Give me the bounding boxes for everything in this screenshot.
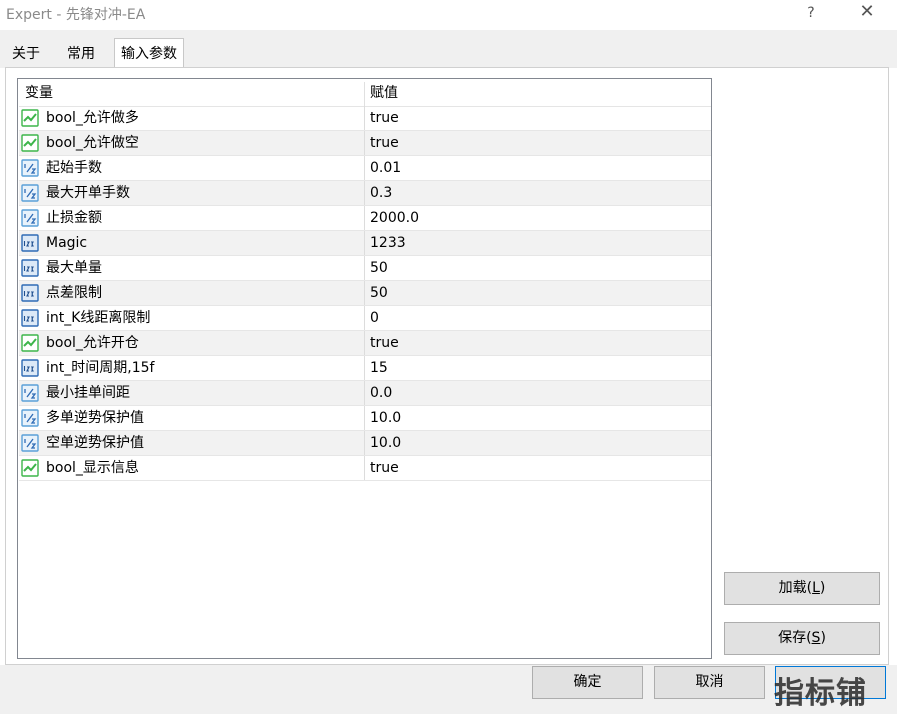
help-button[interactable]: ? xyxy=(800,0,822,26)
cell-divider xyxy=(364,456,365,480)
integer-icon xyxy=(21,234,39,252)
parameter-name: 空单逆势保护值 xyxy=(46,435,144,451)
integer-icon xyxy=(21,359,39,377)
parameter-row[interactable]: bool_允许做多 true xyxy=(19,106,711,131)
column-header-value[interactable]: 赋值 xyxy=(370,80,398,106)
double-icon xyxy=(21,209,39,227)
parameter-row[interactable]: 最大单量 50 xyxy=(19,256,711,281)
cell-divider xyxy=(364,206,365,230)
parameter-row[interactable]: bool_显示信息 true xyxy=(19,456,711,481)
boolean-icon xyxy=(21,134,39,152)
tab-common[interactable]: 常用 xyxy=(61,42,101,67)
integer-icon xyxy=(21,309,39,327)
parameter-name: bool_允许做多 xyxy=(46,110,139,126)
parameter-name: 最大开单手数 xyxy=(46,185,130,201)
parameter-row[interactable]: 点差限制 50 xyxy=(19,281,711,306)
parameter-row[interactable]: 最大开单手数 0.3 xyxy=(19,181,711,206)
parameter-name: 多单逆势保护值 xyxy=(46,410,144,426)
parameter-value[interactable]: 2000.0 xyxy=(370,206,419,230)
parameter-name: bool_允许开仓 xyxy=(46,335,139,351)
cell-divider xyxy=(364,406,365,430)
grid-rows: bool_允许做多 true bool_允许做空 true 起始手数 0.01 最大开单手数… xyxy=(19,106,711,481)
parameter-row[interactable]: 止损金额 2000.0 xyxy=(19,206,711,231)
double-icon xyxy=(21,409,39,427)
parameter-name: 止损金额 xyxy=(46,210,102,226)
load-button[interactable]: 加载(L) xyxy=(724,572,880,605)
integer-icon xyxy=(21,284,39,302)
parameter-grid[interactable]: 变量 赋值 bool_允许做多 true bool_允许做空 true 起始手数 0.01… xyxy=(17,78,712,659)
parameter-row[interactable]: 多单逆势保护值 10.0 xyxy=(19,406,711,431)
double-icon xyxy=(21,184,39,202)
parameter-row[interactable]: 起始手数 0.01 xyxy=(19,156,711,181)
parameter-value[interactable]: true xyxy=(370,106,399,130)
parameter-value[interactable]: 10.0 xyxy=(370,431,401,455)
boolean-icon xyxy=(21,109,39,127)
cell-divider xyxy=(364,331,365,355)
column-divider[interactable] xyxy=(364,82,365,106)
double-icon xyxy=(21,159,39,177)
tab-inputs[interactable]: 输入参数 xyxy=(114,38,184,69)
cell-divider xyxy=(364,381,365,405)
cell-divider xyxy=(364,131,365,155)
parameter-name: 最大单量 xyxy=(46,260,102,276)
parameter-name: int_时间周期,15f xyxy=(46,360,155,376)
cell-divider xyxy=(364,106,365,130)
cell-divider xyxy=(364,281,365,305)
boolean-icon xyxy=(21,334,39,352)
parameter-name: bool_允许做空 xyxy=(46,135,139,151)
cell-divider xyxy=(364,156,365,180)
parameter-value[interactable]: 15 xyxy=(370,356,388,380)
grid-header: 变量 赋值 xyxy=(19,80,711,107)
cell-divider xyxy=(364,431,365,455)
double-icon xyxy=(21,384,39,402)
parameter-name: 点差限制 xyxy=(46,285,102,301)
parameter-row[interactable]: bool_允许做空 true xyxy=(19,131,711,156)
parameter-value[interactable]: true xyxy=(370,131,399,155)
close-button[interactable]: ✕ xyxy=(855,0,879,26)
parameter-name: Magic xyxy=(46,235,88,251)
parameter-row[interactable]: 最小挂单间距 0.0 xyxy=(19,381,711,406)
parameter-value[interactable]: 0 xyxy=(370,306,379,330)
parameter-value[interactable]: 10.0 xyxy=(370,406,401,430)
double-icon xyxy=(21,434,39,452)
parameter-row[interactable]: Magic 1233 xyxy=(19,231,711,256)
parameter-value[interactable]: 50 xyxy=(370,281,388,305)
cell-divider xyxy=(364,356,365,380)
cell-divider xyxy=(364,181,365,205)
cell-divider xyxy=(364,231,365,255)
parameter-name: bool_显示信息 xyxy=(46,460,139,476)
parameter-value[interactable]: 0.01 xyxy=(370,156,401,180)
parameter-row[interactable]: 空单逆势保护值 10.0 xyxy=(19,431,711,456)
parameter-value[interactable]: 1233 xyxy=(370,231,406,255)
parameter-value[interactable]: 0.3 xyxy=(370,181,392,205)
cell-divider xyxy=(364,306,365,330)
parameter-value[interactable]: 0.0 xyxy=(370,381,392,405)
parameter-value[interactable]: true xyxy=(370,456,399,480)
cancel-button[interactable]: 取消 xyxy=(654,666,765,699)
parameter-name: int_K线距离限制 xyxy=(46,310,151,326)
title-bar: Expert - 先锋对冲-EA ? ✕ xyxy=(0,0,897,30)
watermark: 指标铺 xyxy=(774,676,867,711)
column-header-variable[interactable]: 变量 xyxy=(25,80,53,106)
parameter-name: 最小挂单间距 xyxy=(46,385,130,401)
cell-divider xyxy=(364,256,365,280)
save-button[interactable]: 保存(S) xyxy=(724,622,880,655)
parameter-name: 起始手数 xyxy=(46,160,102,176)
window-title: Expert - 先锋对冲-EA xyxy=(6,7,146,23)
parameter-row[interactable]: bool_允许开仓 true xyxy=(19,331,711,356)
parameter-value[interactable]: 50 xyxy=(370,256,388,280)
parameter-value[interactable]: true xyxy=(370,331,399,355)
tab-strip: 关于 常用 输入参数 xyxy=(0,30,897,69)
tab-about[interactable]: 关于 xyxy=(6,42,46,67)
parameter-row[interactable]: int_K线距离限制 0 xyxy=(19,306,711,331)
integer-icon xyxy=(21,259,39,277)
boolean-icon xyxy=(21,459,39,477)
parameter-row[interactable]: int_时间周期,15f 15 xyxy=(19,356,711,381)
ok-button[interactable]: 确定 xyxy=(532,666,643,699)
